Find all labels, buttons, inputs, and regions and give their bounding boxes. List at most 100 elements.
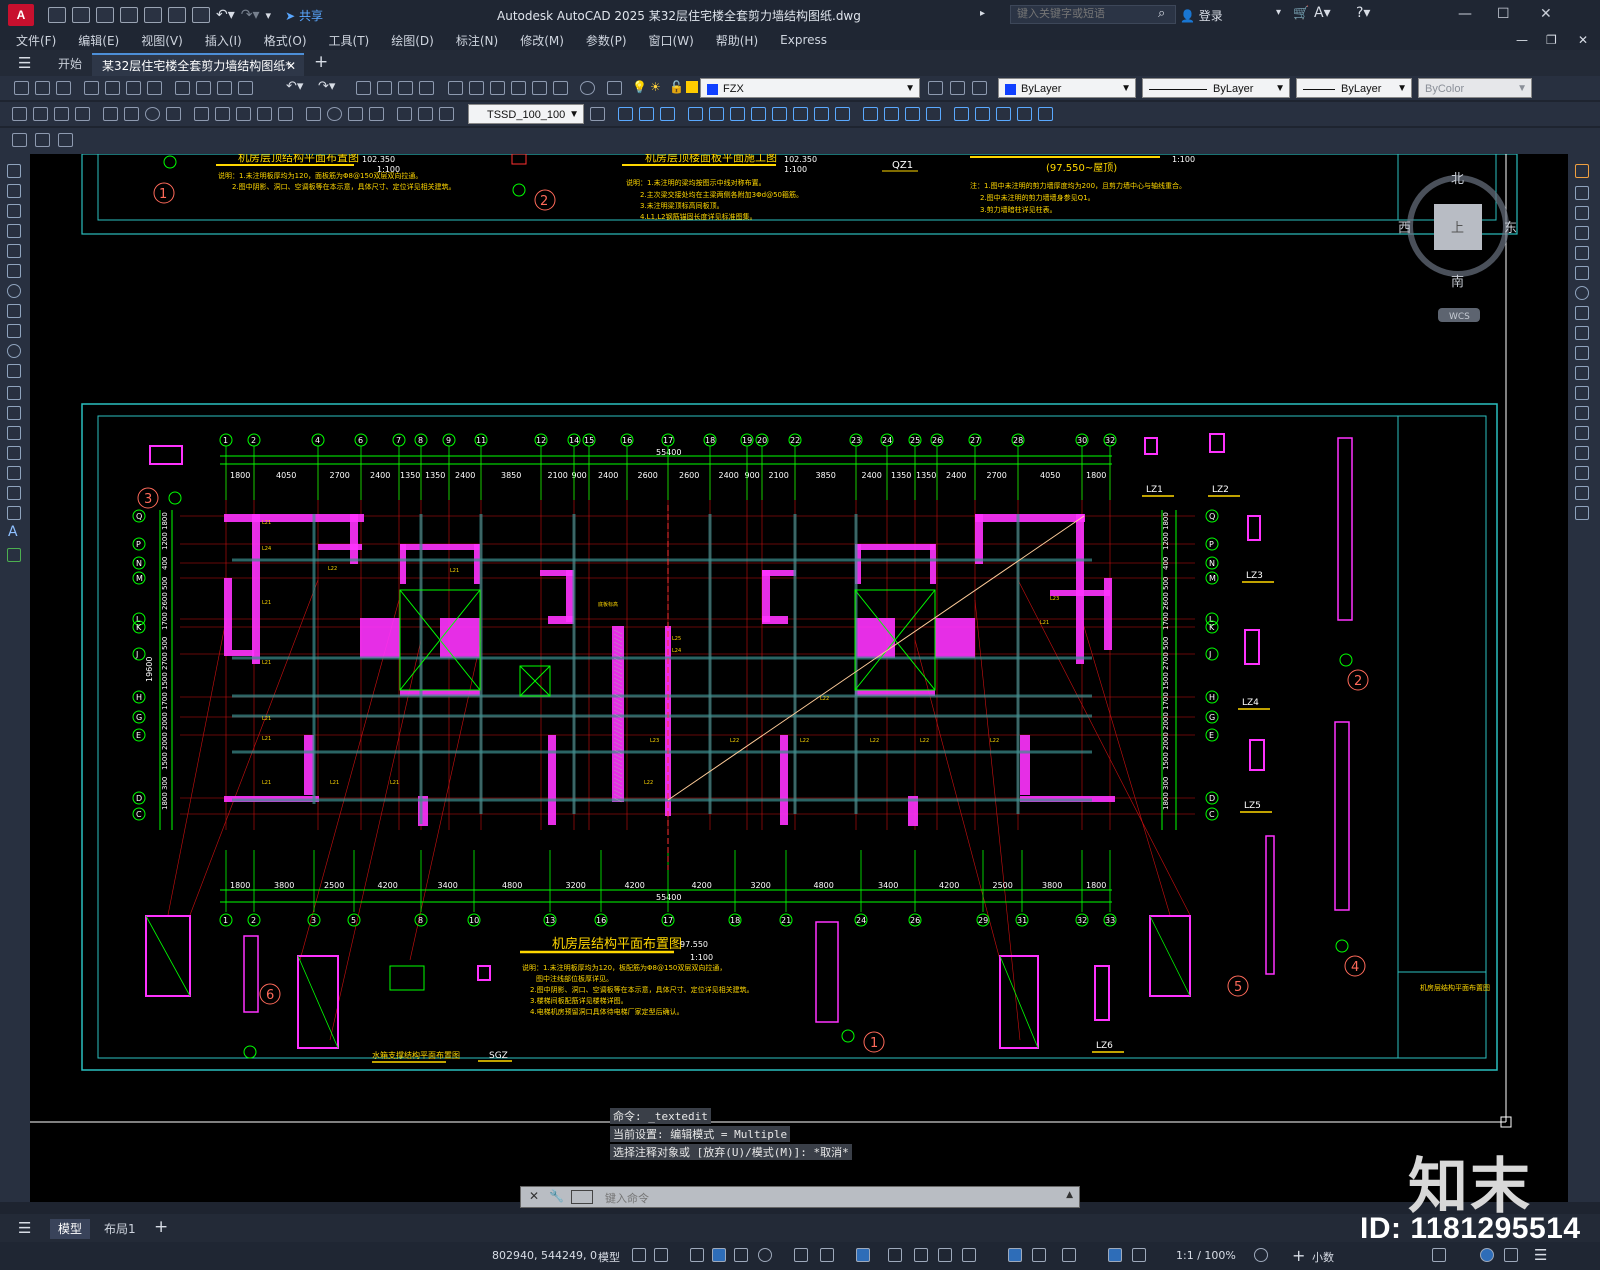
open-icon[interactable]	[35, 81, 50, 95]
make-block-icon[interactable]	[7, 406, 21, 420]
chevron-right-icon[interactable]: ▸	[980, 8, 985, 19]
new-layout-icon[interactable]: +	[154, 1217, 168, 1237]
insert-block-icon[interactable]	[35, 133, 50, 147]
redo-icon[interactable]: ↷▾	[318, 79, 335, 94]
model-space-button[interactable]: 模型	[598, 1249, 620, 1265]
transparency-icon[interactable]	[914, 1248, 928, 1262]
properties-icon[interactable]	[448, 81, 463, 95]
doc-minimize-button[interactable]: —	[1516, 33, 1528, 47]
open-web-icon[interactable]	[144, 7, 162, 23]
radius-dim-icon[interactable]	[103, 107, 118, 121]
tab-layout1[interactable]: 布局1	[96, 1219, 144, 1239]
command-expand-icon[interactable]: ▲	[1066, 1190, 1073, 1200]
hatch-icon[interactable]	[7, 446, 21, 460]
polar-tracking-icon[interactable]	[758, 1248, 772, 1262]
multiline-text-icon[interactable]: A	[8, 524, 18, 540]
3d-osnap-icon[interactable]	[962, 1248, 976, 1262]
selection-cycling-icon[interactable]	[938, 1248, 952, 1262]
clean-screen-icon[interactable]	[1504, 1248, 1518, 1262]
quick-properties-icon[interactable]	[1432, 1248, 1446, 1262]
angular-dim-icon[interactable]	[166, 107, 181, 121]
tab-drawing[interactable]: 某32层住宅楼全套剪力墙结构图纸* ✕	[92, 53, 304, 76]
match-properties-icon[interactable]	[238, 81, 253, 95]
explode-icon[interactable]	[1575, 506, 1589, 520]
dynamic-ucs-icon[interactable]	[1008, 1248, 1022, 1262]
check-icon[interactable]	[1038, 107, 1053, 121]
dimstyle-manager-icon[interactable]	[590, 107, 605, 121]
extrude-icon[interactable]	[751, 107, 766, 121]
annotation-monitor-icon[interactable]: +	[1292, 1246, 1305, 1265]
linear-dim-icon[interactable]	[12, 107, 27, 121]
cut-icon[interactable]	[175, 81, 190, 95]
clean-icon[interactable]	[975, 107, 990, 121]
center-mark-icon[interactable]	[327, 107, 342, 121]
cart-icon[interactable]: 🛒	[1293, 6, 1309, 21]
layer-lock-icon[interactable]: 🔓	[669, 80, 684, 94]
dynamic-input-icon[interactable]	[712, 1248, 726, 1262]
layout-menu-icon[interactable]: ☰	[18, 1219, 31, 1237]
offset-faces-icon[interactable]	[905, 107, 920, 121]
quick-dim-icon[interactable]	[194, 107, 209, 121]
menu-modify[interactable]: 修改(M)	[520, 32, 564, 49]
close-command-icon[interactable]: ✕	[529, 1189, 539, 1203]
polyline-icon[interactable]	[7, 204, 21, 218]
menu-insert[interactable]: 插入(I)	[205, 32, 242, 49]
login-button[interactable]: 👤 登录	[1180, 7, 1223, 24]
tab-start[interactable]: 开始	[48, 53, 92, 76]
annotation-visibility-icon[interactable]	[1108, 1248, 1122, 1262]
plotstyle-dropdown[interactable]: ByColor ▼	[1418, 78, 1532, 98]
arc-length-icon[interactable]	[54, 107, 69, 121]
layer-freeze-icon[interactable]: ☀	[650, 80, 661, 94]
design-center-icon[interactable]	[469, 81, 484, 95]
ellipse-arc-icon[interactable]	[7, 364, 21, 378]
menu-edit[interactable]: 编辑(E)	[78, 32, 119, 49]
search-icon[interactable]: ⌕	[1158, 6, 1165, 21]
tolerance-icon[interactable]	[306, 107, 321, 121]
plot-icon[interactable]	[84, 81, 99, 95]
recent-commands-icon[interactable]	[571, 1190, 593, 1204]
trim-icon[interactable]	[1575, 346, 1589, 360]
gradient-icon[interactable]	[7, 466, 21, 480]
plot-preview-icon[interactable]	[105, 81, 120, 95]
plot-icon[interactable]	[192, 7, 210, 23]
erase-icon[interactable]	[1575, 164, 1589, 178]
zoom-previous-icon[interactable]	[419, 81, 434, 95]
rectangle-icon[interactable]	[7, 244, 21, 258]
menu-view[interactable]: 视图(V)	[141, 32, 183, 49]
copy-icon[interactable]	[196, 81, 211, 95]
zoom-realtime-icon[interactable]	[377, 81, 392, 95]
layer-state-icon[interactable]	[972, 81, 987, 95]
customization-menu-icon[interactable]: ☰	[1534, 1246, 1547, 1264]
publish-icon[interactable]	[126, 81, 141, 95]
layer-properties-icon[interactable]	[607, 81, 622, 95]
3d-wedge-icon[interactable]	[639, 107, 654, 121]
slice-icon[interactable]	[793, 107, 808, 121]
menu-file[interactable]: 文件(F)	[16, 32, 56, 49]
scale-icon[interactable]	[1575, 306, 1589, 320]
break-at-point-icon[interactable]	[1575, 386, 1589, 400]
annotation-scale[interactable]: 1:1 / 100%	[1176, 1249, 1236, 1262]
subtract-icon[interactable]	[709, 107, 724, 121]
inspection-icon[interactable]	[348, 107, 363, 121]
color-dropdown[interactable]: ByLayer ▼	[998, 78, 1136, 98]
blend-icon[interactable]	[1575, 486, 1589, 500]
union-icon[interactable]	[688, 107, 703, 121]
extrude-faces-icon[interactable]	[863, 107, 878, 121]
array-icon[interactable]	[1575, 246, 1589, 260]
hamburger-menu-icon[interactable]: ☰	[18, 54, 31, 72]
dim-space-icon[interactable]	[257, 107, 272, 121]
layer-previous-icon[interactable]	[950, 81, 965, 95]
polygon-icon[interactable]	[7, 224, 21, 238]
drawing-canvas[interactable]: 机房层顶结构平面布置图 102.350 1:100 说明：1.未注明板厚均为12…	[30, 154, 1568, 1202]
extend-icon[interactable]	[1575, 366, 1589, 380]
graphics-performance-icon[interactable]	[1480, 1248, 1494, 1262]
auto-scale-icon[interactable]	[1132, 1248, 1146, 1262]
dim-update-icon[interactable]	[439, 107, 454, 121]
continue-dim-icon[interactable]	[236, 107, 251, 121]
open-file-icon[interactable]	[72, 7, 90, 23]
doc-close-button[interactable]: ✕	[1578, 33, 1588, 47]
save-web-icon[interactable]	[168, 7, 186, 23]
move-faces-icon[interactable]	[884, 107, 899, 121]
undo-icon[interactable]: ↶▾	[216, 7, 235, 23]
markup-icon[interactable]	[532, 81, 547, 95]
